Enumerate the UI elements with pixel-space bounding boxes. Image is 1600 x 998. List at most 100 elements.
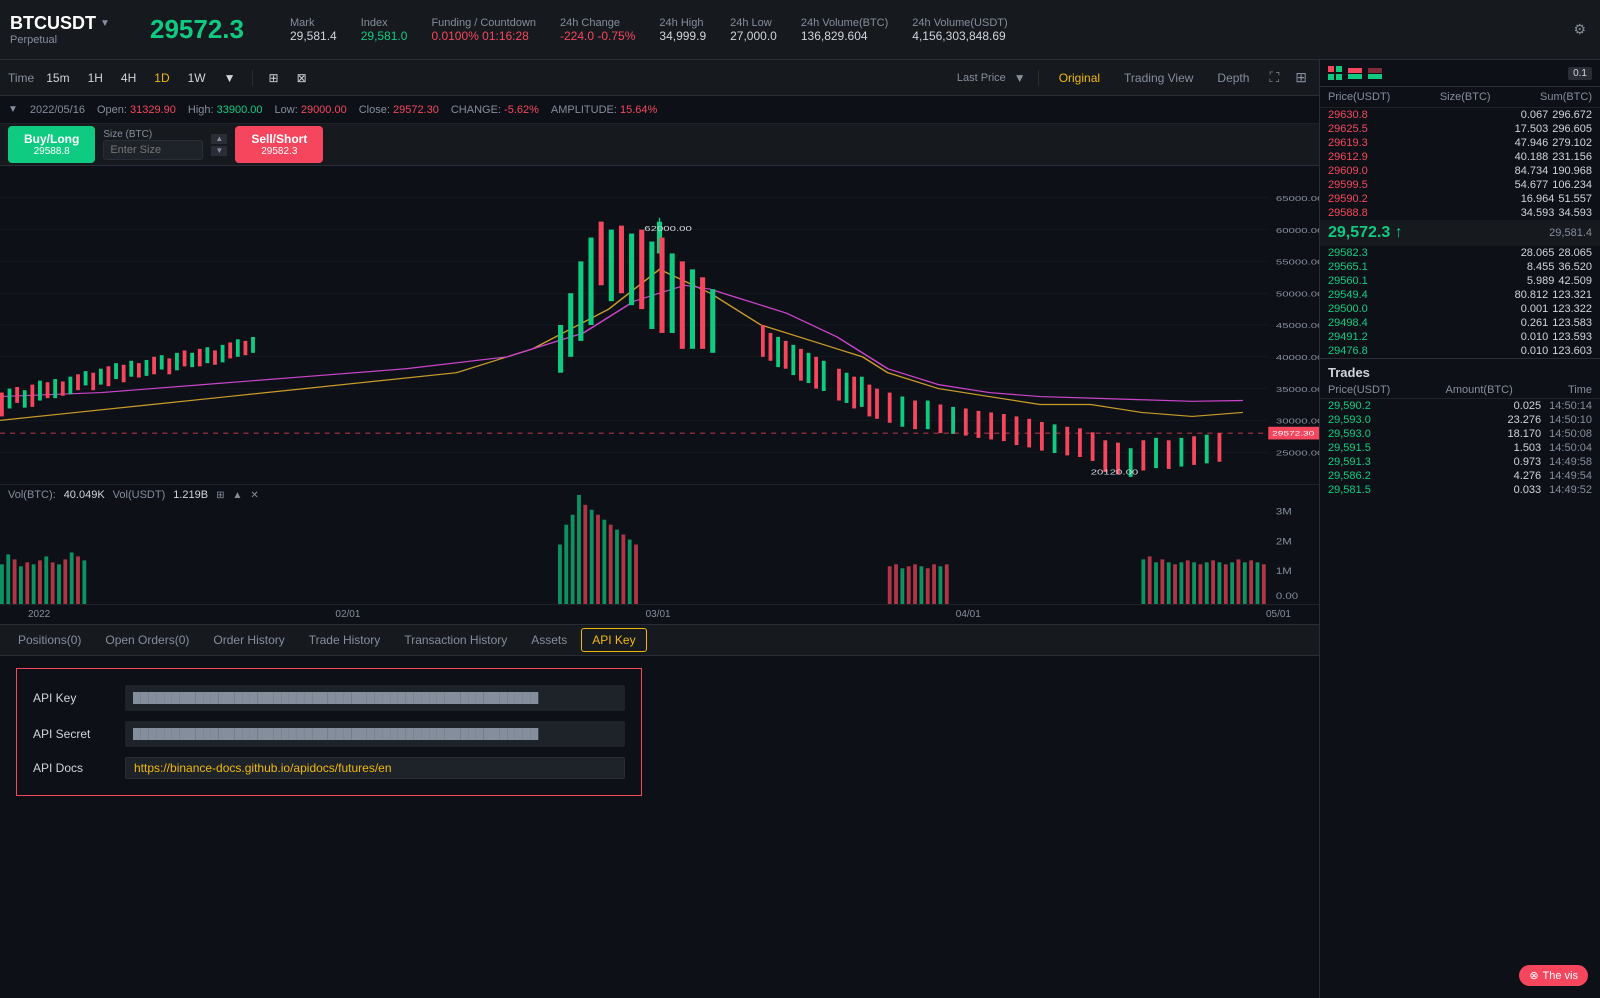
bid-row[interactable]: 29498.40.261123.583 <box>1320 316 1600 330</box>
left-panel: Time 15m 1H 4H 1D 1W ▼ ⊞ ⊠ Last Price ▼ … <box>0 60 1320 998</box>
svg-text:50000.00: 50000.00 <box>1276 290 1319 298</box>
ask-row[interactable]: 29590.216.96451.557 <box>1320 192 1600 206</box>
tab-transaction-history[interactable]: Transaction History <box>394 629 517 651</box>
ob-view-icon-1[interactable] <box>1328 66 1342 80</box>
buy-label: Buy/Long <box>24 132 79 146</box>
interval-1h[interactable]: 1H <box>82 69 109 87</box>
vol-settings-icon[interactable]: ⊞ <box>216 490 224 501</box>
tab-order-history[interactable]: Order History <box>203 629 294 651</box>
order-panel: Buy/Long 29588.8 Size (BTC) ▲ ▼ Sell/Sho… <box>0 124 1319 166</box>
ohlc-change: CHANGE: -5.62% <box>451 104 539 116</box>
volume-header: Vol(BTC): 40.049K Vol(USDT) 1.219B ⊞ ▲ ✕ <box>0 485 267 505</box>
contract-type: Perpetual <box>10 34 130 46</box>
ask-row[interactable]: 29609.084.734190.968 <box>1320 164 1600 178</box>
ask-row[interactable]: 29625.517.503296.605 <box>1320 122 1600 136</box>
ask-row[interactable]: 29588.834.59334.593 <box>1320 206 1600 220</box>
symbol-name[interactable]: BTCUSDT ▼ <box>10 13 130 34</box>
bid-row[interactable]: 29582.328.06528.065 <box>1320 246 1600 260</box>
ohlc-bar: ▼ 2022/05/16 Open: 31329.90 High: 33900.… <box>0 96 1319 124</box>
last-price-dropdown[interactable]: ▼ <box>1014 71 1026 85</box>
svg-text:55000.00: 55000.00 <box>1276 259 1319 267</box>
api-secret-input[interactable] <box>125 721 625 747</box>
interval-1d[interactable]: 1D <box>148 69 175 87</box>
chart-area: 65000.00 60000.00 55000.00 50000.00 4500… <box>0 166 1319 484</box>
price-chart: 65000.00 60000.00 55000.00 50000.00 4500… <box>0 166 1319 484</box>
bid-row[interactable]: 29491.20.010123.593 <box>1320 330 1600 344</box>
size-input[interactable] <box>103 140 203 160</box>
header-bar: BTCUSDT ▼ Perpetual 29572.3 Mark 29,581.… <box>0 0 1600 60</box>
svg-text:40000.00: 40000.00 <box>1276 354 1319 362</box>
api-docs-link[interactable]: https://binance-docs.github.io/apidocs/f… <box>125 757 625 779</box>
svg-text:45000.00: 45000.00 <box>1276 322 1319 330</box>
size-decrease-button[interactable]: ▼ <box>211 146 227 156</box>
view-depth[interactable]: Depth <box>1209 69 1257 87</box>
tab-positions[interactable]: Positions(0) <box>8 629 91 651</box>
vol-up-icon[interactable]: ▲ <box>233 490 243 501</box>
interval-1w[interactable]: 1W <box>182 69 212 87</box>
ob-view-icon-3[interactable] <box>1368 68 1382 79</box>
sell-short-button[interactable]: Sell/Short 29582.3 <box>235 126 323 163</box>
mid-arrow: ↑ <box>1395 224 1403 241</box>
bid-row[interactable]: 29549.480.812123.321 <box>1320 288 1600 302</box>
size-increase-button[interactable]: ▲ <box>211 134 227 144</box>
bid-row[interactable]: 29476.80.010123.603 <box>1320 344 1600 358</box>
tab-trade-history[interactable]: Trade History <box>299 629 391 651</box>
ohlc-arrow[interactable]: ▼ <box>8 104 18 115</box>
grid-icon[interactable]: ⊞ <box>1291 65 1311 90</box>
main-layout: Time 15m 1H 4H 1D 1W ▼ ⊞ ⊠ Last Price ▼ … <box>0 60 1600 998</box>
api-secret-label: API Secret <box>33 727 113 741</box>
order-size-field: Size (BTC) <box>103 129 203 160</box>
chart-indicators[interactable]: ⊠ <box>291 69 313 87</box>
svg-text:35000.00: 35000.00 <box>1276 386 1319 394</box>
svg-text:29572.30: 29572.30 <box>1272 429 1315 437</box>
tab-api-key[interactable]: API Key <box>581 628 646 652</box>
bid-row[interactable]: 29560.15.98942.509 <box>1320 274 1600 288</box>
interval-more[interactable]: ▼ <box>218 69 242 87</box>
ask-row[interactable]: 29599.554.677106.234 <box>1320 178 1600 192</box>
chart-toolbar: Time 15m 1H 4H 1D 1W ▼ ⊞ ⊠ Last Price ▼ … <box>0 60 1319 96</box>
notif-text: The vis <box>1543 970 1578 982</box>
tab-open-orders[interactable]: Open Orders(0) <box>95 629 199 651</box>
buy-long-button[interactable]: Buy/Long 29588.8 <box>8 126 95 163</box>
tab-assets[interactable]: Assets <box>521 629 577 651</box>
ob-sum-header: Sum(BTC) <box>1540 91 1592 103</box>
trade-row: 29,586.24.27614:49:54 <box>1320 469 1600 483</box>
bid-row[interactable]: 29565.18.45536.520 <box>1320 260 1600 274</box>
toolbar-right: Last Price ▼ Original Trading View Depth… <box>957 65 1311 90</box>
ask-row[interactable]: 29612.940.188231.156 <box>1320 150 1600 164</box>
fullscreen-icon[interactable]: ⛶ <box>1265 65 1283 90</box>
ob-size-header: Size(BTC) <box>1440 91 1491 103</box>
interval-15m[interactable]: 15m <box>40 69 75 87</box>
chart-type-candle[interactable]: ⊞ <box>263 69 285 87</box>
api-docs-label: API Docs <box>33 761 113 775</box>
ohlc-low: Low: 29000.00 <box>275 104 347 116</box>
view-original[interactable]: Original <box>1051 69 1108 87</box>
view-tradingview[interactable]: Trading View <box>1116 69 1201 87</box>
stat-mark: Mark 29,581.4 <box>290 17 337 43</box>
size-label: Size (BTC) <box>103 129 203 140</box>
ob-view-icon-2[interactable] <box>1348 68 1362 79</box>
ob-spread: 29,572.3 ↑ 29,581.4 <box>1320 220 1600 246</box>
ohlc-date: 2022/05/16 <box>30 104 85 116</box>
notification-badge[interactable]: ⊗ The vis <box>1519 965 1588 986</box>
ask-row[interactable]: 29630.80.067296.672 <box>1320 108 1600 122</box>
time-label: Time <box>8 71 34 85</box>
trade-row: 29,593.023.27614:50:10 <box>1320 413 1600 427</box>
trades-time-header: Time <box>1568 384 1592 396</box>
last-price-label: Last Price <box>957 72 1006 84</box>
api-key-input[interactable] <box>125 685 625 711</box>
symbol-dropdown-arrow[interactable]: ▼ <box>100 18 110 29</box>
bottom-content-area: API Key API Secret API Docs https://bina… <box>0 656 1319 998</box>
interval-4h[interactable]: 4H <box>115 69 142 87</box>
bid-row[interactable]: 29500.00.001123.322 <box>1320 302 1600 316</box>
mid-index: 29,581.4 <box>1549 227 1592 239</box>
mid-price: 29,572.3 ↑ <box>1328 224 1403 242</box>
vol-close-icon[interactable]: ✕ <box>250 490 258 501</box>
trades-price-header: Price(USDT) <box>1328 384 1390 396</box>
stat-low: 24h Low 27,000.0 <box>730 17 777 43</box>
trade-row: 29,581.50.03314:49:52 <box>1320 483 1600 497</box>
stat-funding: Funding / Countdown 0.0100% 01:16:28 <box>431 17 536 43</box>
stat-change: 24h Change -224.0 -0.75% <box>560 17 635 43</box>
settings-icon[interactable]: ⚙ <box>1569 17 1590 42</box>
ask-row[interactable]: 29619.347.946279.102 <box>1320 136 1600 150</box>
